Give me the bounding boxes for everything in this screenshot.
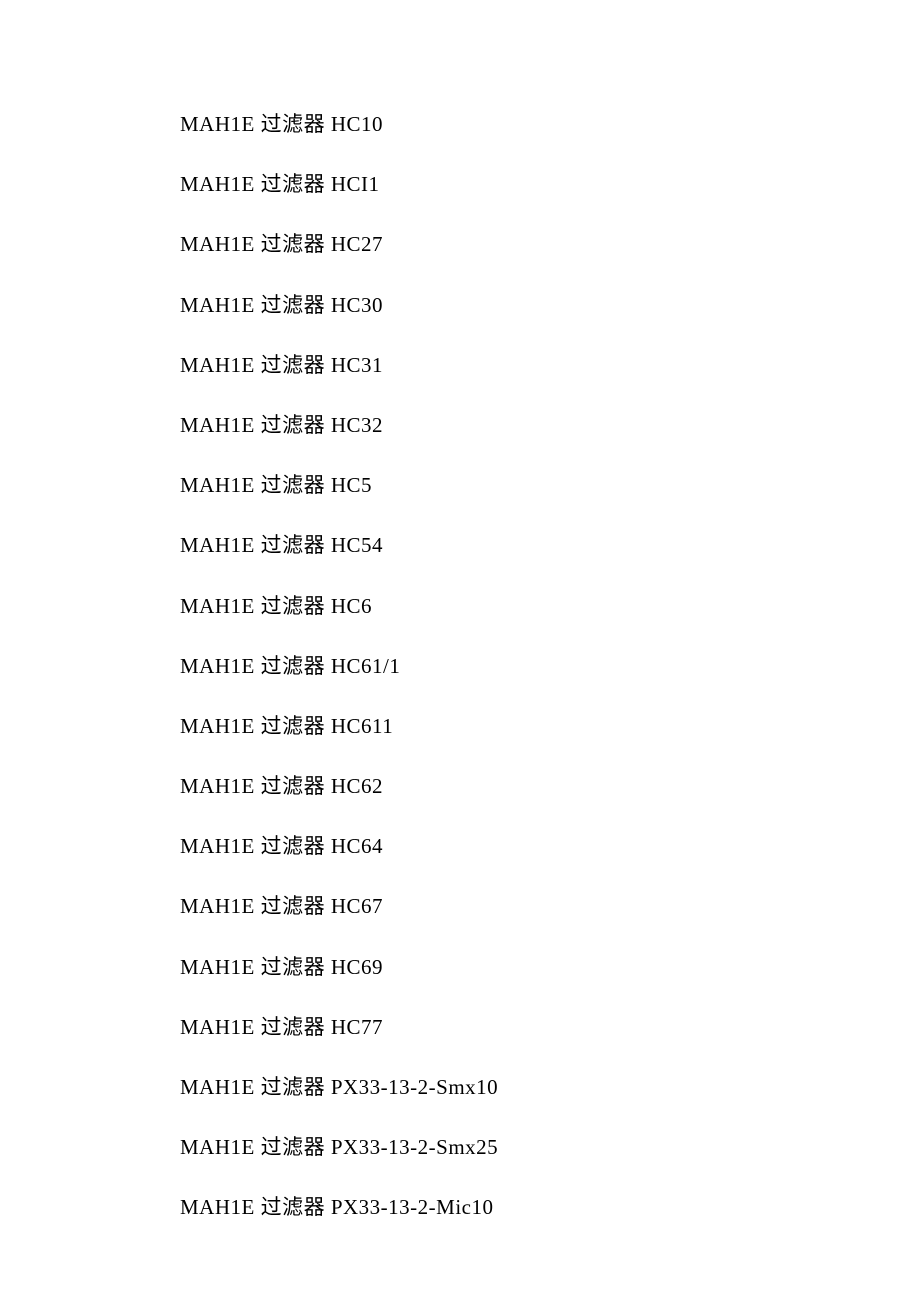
list-item: MAH1E 过滤器 HC27	[180, 232, 920, 257]
list-item: MAH1E 过滤器 HC61/1	[180, 654, 920, 679]
list-item: MAH1E 过滤器 HC30	[180, 293, 920, 318]
list-item: MAH1E 过滤器 HC64	[180, 834, 920, 859]
list-item: MAH1E 过滤器 HC32	[180, 413, 920, 438]
list-item: MAH1E 过滤器 HC54	[180, 533, 920, 558]
list-item: MAH1E 过滤器 HC31	[180, 353, 920, 378]
list-item: MAH1E 过滤器 HC5	[180, 473, 920, 498]
list-item: MAH1E 过滤器 HC67	[180, 894, 920, 919]
list-item: MAH1E 过滤器 PX33-13-2-Smx10	[180, 1075, 920, 1100]
list-item: MAH1E 过滤器 HC6	[180, 594, 920, 619]
list-item: MAH1E 过滤器 PX33-13-2-Smx25	[180, 1135, 920, 1160]
list-item: MAH1E 过滤器 HC77	[180, 1015, 920, 1040]
list-item: MAH1E 过滤器 HC69	[180, 955, 920, 980]
list-item: MAH1E 过滤器 HC611	[180, 714, 920, 739]
list-item: MAH1E 过滤器 HC10	[180, 112, 920, 137]
product-list: MAH1E 过滤器 HC10 MAH1E 过滤器 HCI1 MAH1E 过滤器 …	[180, 112, 920, 1221]
list-item: MAH1E 过滤器 HC62	[180, 774, 920, 799]
list-item: MAH1E 过滤器 PX33-13-2-Mic10	[180, 1195, 920, 1220]
list-item: MAH1E 过滤器 HCI1	[180, 172, 920, 197]
